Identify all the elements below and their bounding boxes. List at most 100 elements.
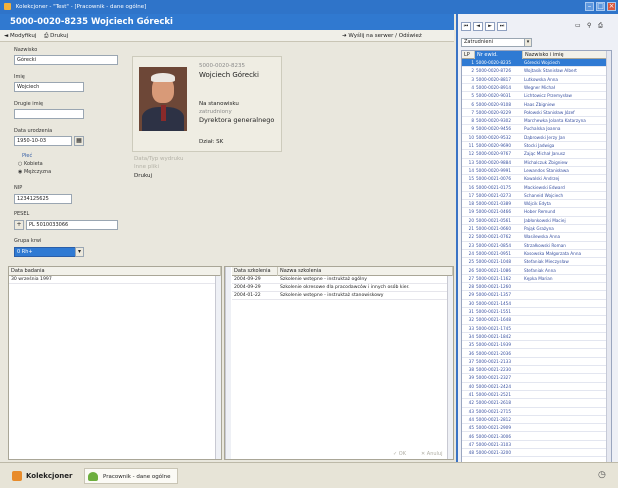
- name-cell: Puchalska Joanna: [524, 126, 561, 132]
- close-button[interactable]: ×: [607, 2, 616, 11]
- list-item[interactable]: 25 5000-0021-1048 Stefaniak Mieczysław: [462, 258, 611, 267]
- list-item[interactable]: 20 5000-0021-0561 Jabłonkowski Maciej: [462, 217, 611, 225]
- scrollbar[interactable]: [225, 267, 231, 459]
- list-item[interactable]: 37 5000-0021-2133: [462, 358, 611, 367]
- list-item[interactable]: 39 5000-0021-2327: [462, 374, 611, 383]
- list-item[interactable]: 38 5000-0021-2230: [462, 366, 611, 375]
- minimize-button[interactable]: –: [585, 2, 594, 11]
- ok-button[interactable]: ✓ OK: [393, 451, 406, 457]
- list-item[interactable]: 18 5000-0021-0389 Wójcik Edyta: [462, 200, 611, 209]
- name-cell: Lutkowska Anna: [524, 76, 558, 82]
- list-item[interactable]: 14 5000-0020-9991 Lewandos Stanisława: [462, 167, 611, 176]
- sex-male-radio[interactable]: ◉ Mężczyzna: [18, 169, 51, 175]
- list-item[interactable]: 28 5000-0021-1260: [462, 283, 611, 292]
- list-item[interactable]: 43 5000-0021-2715: [462, 408, 611, 416]
- list-item[interactable]: 48 5000-0021-3200: [462, 449, 611, 458]
- table-row[interactable]: 2004-09-29 Szkolenie wstępne - instruktaż…: [232, 276, 447, 284]
- list-item[interactable]: 7 5000-0020-9229 Połowski Stanisław Józef: [462, 109, 611, 118]
- window-icon[interactable]: ▭: [575, 22, 581, 29]
- secondname-input[interactable]: [14, 109, 84, 119]
- chevron-down-icon[interactable]: ▾: [524, 38, 532, 47]
- other-files-label: Inne pliki: [134, 164, 159, 170]
- list-item[interactable]: 29 5000-0021-1357: [462, 291, 611, 300]
- list-item[interactable]: 5 5000-0020-9031 Lichtowicz Przemysław: [462, 92, 611, 101]
- lp-cell: 1: [471, 60, 474, 65]
- list-item[interactable]: 26 5000-0021-1086 Stefaniak Anna: [462, 267, 611, 275]
- training-date-cell: 2004-09-29: [234, 285, 261, 290]
- list-item[interactable]: 13 5000-0020-9884 Michalczuk Zbigniew: [462, 159, 611, 167]
- list-item[interactable]: 33 5000-0021-1745: [462, 325, 611, 333]
- list-item[interactable]: 19 5000-0021-0466 Hober Remund: [462, 208, 611, 217]
- nip-input[interactable]: 1234125625: [14, 194, 72, 204]
- grid-header: Data badania: [9, 267, 221, 276]
- next-record-button[interactable]: ►: [485, 22, 495, 31]
- list-item[interactable]: 41 5000-0021-2521: [462, 391, 611, 400]
- table-row[interactable]: 2004-01-22 Szkolenie wstępne - instruktaż…: [232, 292, 447, 300]
- list-item[interactable]: 12 5000-0020-9767 Zając Michał Janusz: [462, 150, 611, 159]
- pesel-input[interactable]: PL 5010033066: [26, 220, 118, 230]
- list-item[interactable]: 9 5000-0020-9456 Puchalska Joanna: [462, 125, 611, 134]
- lp-cell: 8: [471, 118, 474, 124]
- tab-employee[interactable]: Pracownik - dane ogólne: [84, 468, 178, 484]
- list-item[interactable]: 15 5000-0021-0076 Kowalski Andrzej: [462, 175, 611, 184]
- list-item[interactable]: 3 5000-0020-8817 Lutkowska Anna: [462, 76, 611, 84]
- list-item[interactable]: 6 5000-0020-9108 Haas Zbigniew: [462, 101, 611, 109]
- birthdate-input[interactable]: 1950-10-03: [14, 136, 72, 146]
- list-item[interactable]: 45 5000-0021-2909: [462, 424, 611, 433]
- table-row[interactable]: 2004-09-29 Szkolenie okresowe dla pracoda…: [232, 284, 447, 292]
- list-item[interactable]: 27 5000-0021-1162 Kępka Marian: [462, 275, 611, 284]
- list-item[interactable]: 44 5000-0021-2812: [462, 416, 611, 425]
- list-item[interactable]: 17 5000-0021-0273 Schaneid Wojciech: [462, 192, 611, 201]
- list-item[interactable]: 2 5000-0020-8726 Wojtasik Stanisław Albert: [462, 67, 611, 76]
- printer-icon[interactable]: ⎙: [598, 22, 603, 30]
- list-item[interactable]: 42 5000-0021-2618: [462, 399, 611, 408]
- list-item[interactable]: 1 5000-0020-8235 Górecki Wojciech: [462, 59, 611, 68]
- scrollbar[interactable]: [447, 276, 453, 459]
- scrollbar[interactable]: [215, 276, 221, 459]
- last-record-button[interactable]: ⏭: [497, 22, 507, 31]
- list-item[interactable]: 31 5000-0021-1551: [462, 308, 611, 317]
- calendar-button[interactable]: ▦: [74, 136, 84, 146]
- send-refresh-button[interactable]: ➜ Wyślij na serwer / Odśwież: [342, 30, 422, 42]
- list-item[interactable]: 34 5000-0021-1842: [462, 333, 611, 342]
- blood-group-select[interactable]: 0 Rh+: [14, 247, 84, 257]
- prev-record-button[interactable]: ◄: [473, 22, 483, 31]
- list-item[interactable]: 10 5000-0020-9532 Dąbrowski Jerzy Jan: [462, 134, 611, 142]
- chevron-down-icon[interactable]: ▾: [75, 247, 84, 257]
- list-item[interactable]: 23 5000-0021-0854 Strzałkowski Roman: [462, 242, 611, 250]
- table-row[interactable]: 30 września 1997: [9, 276, 221, 284]
- list-item[interactable]: 35 5000-0021-1939: [462, 341, 611, 350]
- list-item[interactable]: 40 5000-0021-2424: [462, 383, 611, 391]
- list-item[interactable]: 21 5000-0021-0660 Pająk Grażyna: [462, 225, 611, 234]
- lp-cell: 38: [468, 367, 474, 373]
- lp-cell: 36: [468, 350, 474, 356]
- list-item[interactable]: 4 5000-0020-8914 Wegner Michał: [462, 84, 611, 93]
- scrollbar[interactable]: [606, 51, 611, 463]
- maximize-button[interactable]: □: [596, 2, 605, 11]
- list-item[interactable]: 32 5000-0021-1648: [462, 316, 611, 325]
- pesel-country-button[interactable]: +: [14, 220, 24, 230]
- surname-input[interactable]: Górecki: [14, 55, 118, 65]
- list-item[interactable]: 36 5000-0021-2036: [462, 350, 611, 358]
- first-record-button[interactable]: ⏮: [461, 22, 471, 31]
- list-item[interactable]: 22 5000-0021-0762 Wasilewska Anna: [462, 233, 611, 242]
- filter-select[interactable]: Zatrudnieni: [461, 38, 528, 47]
- list-item[interactable]: 16 5000-0021-0175 Mackiewski Edward: [462, 184, 611, 192]
- cancel-button[interactable]: ✕ Anuluj: [421, 451, 443, 457]
- record-header: 5000-0020-8235 Wojciech Górecki: [0, 14, 454, 30]
- firstname-input[interactable]: Wojciech: [14, 82, 84, 92]
- nr-cell: 5000-0021-0951: [476, 250, 511, 256]
- nr-cell: 5000-0020-8817: [476, 76, 511, 82]
- list-item[interactable]: 46 5000-0021-3006: [462, 433, 611, 441]
- list-item[interactable]: 11 5000-0020-9690 Stocki Jadwiga: [462, 142, 611, 151]
- tab-kolekcjoner[interactable]: Kolekcjoner: [10, 468, 72, 484]
- print-button[interactable]: ⎙ Drukuj: [44, 30, 68, 42]
- list-item[interactable]: 47 5000-0021-3103: [462, 441, 611, 450]
- modify-button[interactable]: ◄ Modyfikuj: [4, 30, 36, 42]
- list-item[interactable]: 30 5000-0021-1454: [462, 300, 611, 308]
- list-item[interactable]: 8 5000-0020-9302 Marchewka Jolanta Katarzy…: [462, 117, 611, 126]
- list-item[interactable]: 24 5000-0021-0951 Kosowska Małgorzata Anna: [462, 250, 611, 259]
- binoculars-icon[interactable]: ⚲: [587, 22, 591, 29]
- lp-cell: 23: [468, 242, 474, 248]
- sex-female-radio[interactable]: ○ Kobieta: [18, 161, 43, 167]
